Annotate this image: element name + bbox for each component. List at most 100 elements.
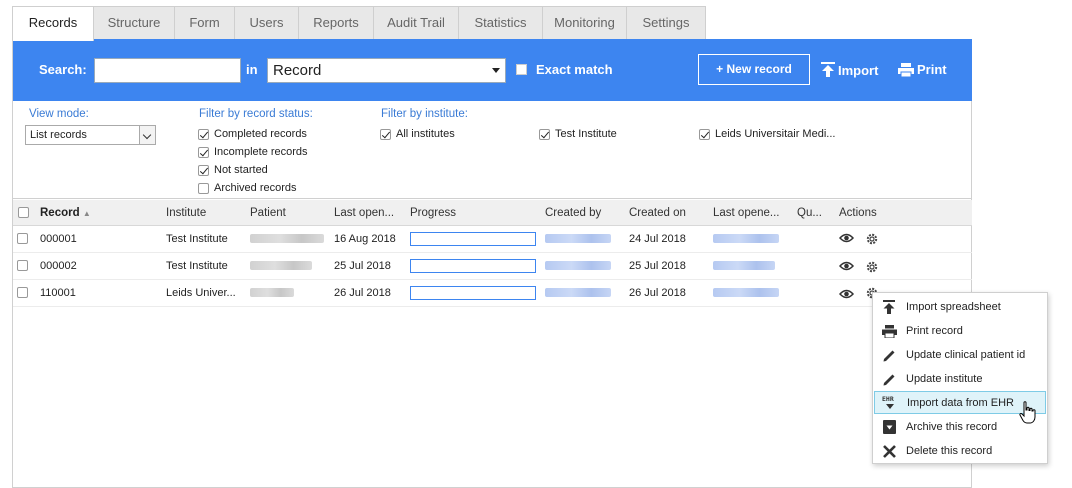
last-opened-by-redacted [713,288,779,297]
created-on-cell: 26 Jul 2018 [629,287,686,299]
col-institute[interactable]: Institute [166,207,206,219]
records-panel: Search: in Record Exact match + New reco… [12,39,972,488]
row-checkbox[interactable] [17,260,28,271]
col-last-opened[interactable]: Last open... [334,207,394,219]
col-created-on[interactable]: Created on [629,207,686,219]
tab-users[interactable]: Users [234,6,299,40]
search-input[interactable] [94,58,241,83]
tab-statistics[interactable]: Statistics [458,6,543,40]
svg-text:EHR: EHR [882,395,894,403]
view-eye-icon[interactable] [838,260,855,275]
col-patient[interactable]: Patient [250,207,286,219]
table-row[interactable]: 000001 Test Institute 16 Aug 2018 24 Jul… [13,226,972,253]
patient-redacted [250,234,324,243]
row-checkbox[interactable] [17,233,28,244]
upload-icon [821,62,835,77]
filter-all-institutes[interactable]: All institutes [380,128,455,140]
last-opened-cell: 16 Aug 2018 [334,233,396,245]
view-eye-icon[interactable] [838,232,855,247]
search-scope-value: Record [273,62,322,79]
col-progress[interactable]: Progress [410,207,456,219]
table-row[interactable]: 110001 Leids Univer... 26 Jul 2018 26 Ju… [13,280,972,307]
ehr-icon: EHR [875,395,905,411]
menu-delete-record[interactable]: Delete this record [874,440,1046,462]
created-by-redacted [545,234,611,243]
last-opened-by-redacted [713,234,779,243]
search-bar: Search: in Record Exact match + New reco… [13,39,972,101]
checkbox-checked[interactable] [699,128,710,140]
exact-match-label[interactable]: Exact match [536,62,613,77]
filter-completed[interactable]: Completed records [198,128,307,140]
view-mode-select[interactable]: List records [25,125,156,145]
table-row[interactable]: 000002 Test Institute 25 Jul 2018 25 Jul… [13,253,972,280]
record-id[interactable]: 000002 [40,260,77,272]
checkbox-checked[interactable] [380,128,391,140]
archive-icon [874,420,904,434]
filter-test-institute-label: Test Institute [555,128,617,140]
import-label: Import [838,62,879,78]
menu-print-record[interactable]: Print record [874,320,1046,342]
tab-form[interactable]: Form [174,6,235,40]
menu-update-patient-id[interactable]: Update clinical patient id [874,344,1046,366]
created-on-cell: 25 Jul 2018 [629,260,686,272]
tab-structure[interactable]: Structure [93,6,175,40]
exact-match-checkbox[interactable] [516,64,527,75]
view-mode-title: View mode: [29,108,89,120]
col-actions: Actions [839,207,877,219]
last-opened-by-redacted [713,261,775,270]
checkbox-checked[interactable] [198,128,209,140]
gear-icon[interactable] [865,260,879,277]
status-filter-title: Filter by record status: [199,108,313,120]
gear-icon[interactable] [865,232,879,249]
hand-cursor-icon [1019,401,1037,428]
tab-audit-trail[interactable]: Audit Trail [373,6,459,40]
filter-archived-label: Archived records [214,182,297,194]
view-eye-icon[interactable] [838,288,855,303]
print-button[interactable]: Print [898,62,947,77]
tab-settings[interactable]: Settings [626,6,706,40]
col-last-opened-by[interactable]: Last opene... [713,207,780,219]
filter-leids-institute[interactable]: Leids Universitair Medi... [699,128,835,140]
new-record-button[interactable]: + New record [698,54,810,85]
patient-redacted [250,288,294,297]
checkbox-checked[interactable] [198,164,209,176]
row-checkbox[interactable] [17,287,28,298]
filter-not-started[interactable]: Not started [198,164,268,176]
tab-reports[interactable]: Reports [298,6,374,40]
record-id[interactable]: 000001 [40,233,77,245]
sort-asc-icon: ▲ [82,209,91,218]
col-created-by[interactable]: Created by [545,207,601,219]
import-button[interactable]: Import [821,62,878,78]
checkbox-checked[interactable] [539,128,550,140]
filter-incomplete[interactable]: Incomplete records [198,146,308,158]
col-record[interactable]: Record ▲ [40,207,91,219]
tab-bar: Records Structure Form Users Reports Aud… [12,6,706,41]
checkbox-unchecked[interactable] [198,182,209,194]
select-all-checkbox[interactable] [18,207,29,218]
filter-archived[interactable]: Archived records [198,182,297,194]
filter-leids-institute-label: Leids Universitair Medi... [715,128,836,140]
pencil-icon [874,348,904,363]
filter-not-started-label: Not started [214,164,268,176]
checkbox-checked[interactable] [198,146,209,158]
print-label: Print [917,62,947,77]
filter-incomplete-label: Incomplete records [214,146,308,158]
col-queries[interactable]: Qu... [797,207,822,219]
filter-test-institute[interactable]: Test Institute [539,128,617,140]
records-page: Records Structure Form Users Reports Aud… [0,0,1072,488]
search-in-label: in [246,62,258,77]
close-icon [874,444,904,458]
menu-update-institute[interactable]: Update institute [874,368,1046,390]
tab-records[interactable]: Records [12,6,94,41]
search-scope-select[interactable]: Record [267,58,506,83]
last-opened-cell: 26 Jul 2018 [334,287,391,299]
pencil-icon [874,372,904,387]
record-actions-menu: Import spreadsheet Print record Update c… [872,292,1048,464]
progress-bar [410,232,536,246]
menu-import-spreadsheet[interactable]: Import spreadsheet [874,296,1046,318]
institute-cell: Test Institute [166,233,228,245]
chevron-down-icon [139,126,155,144]
record-id[interactable]: 110001 [40,287,76,299]
tab-monitoring[interactable]: Monitoring [542,6,627,40]
institute-cell: Test Institute [166,260,228,272]
